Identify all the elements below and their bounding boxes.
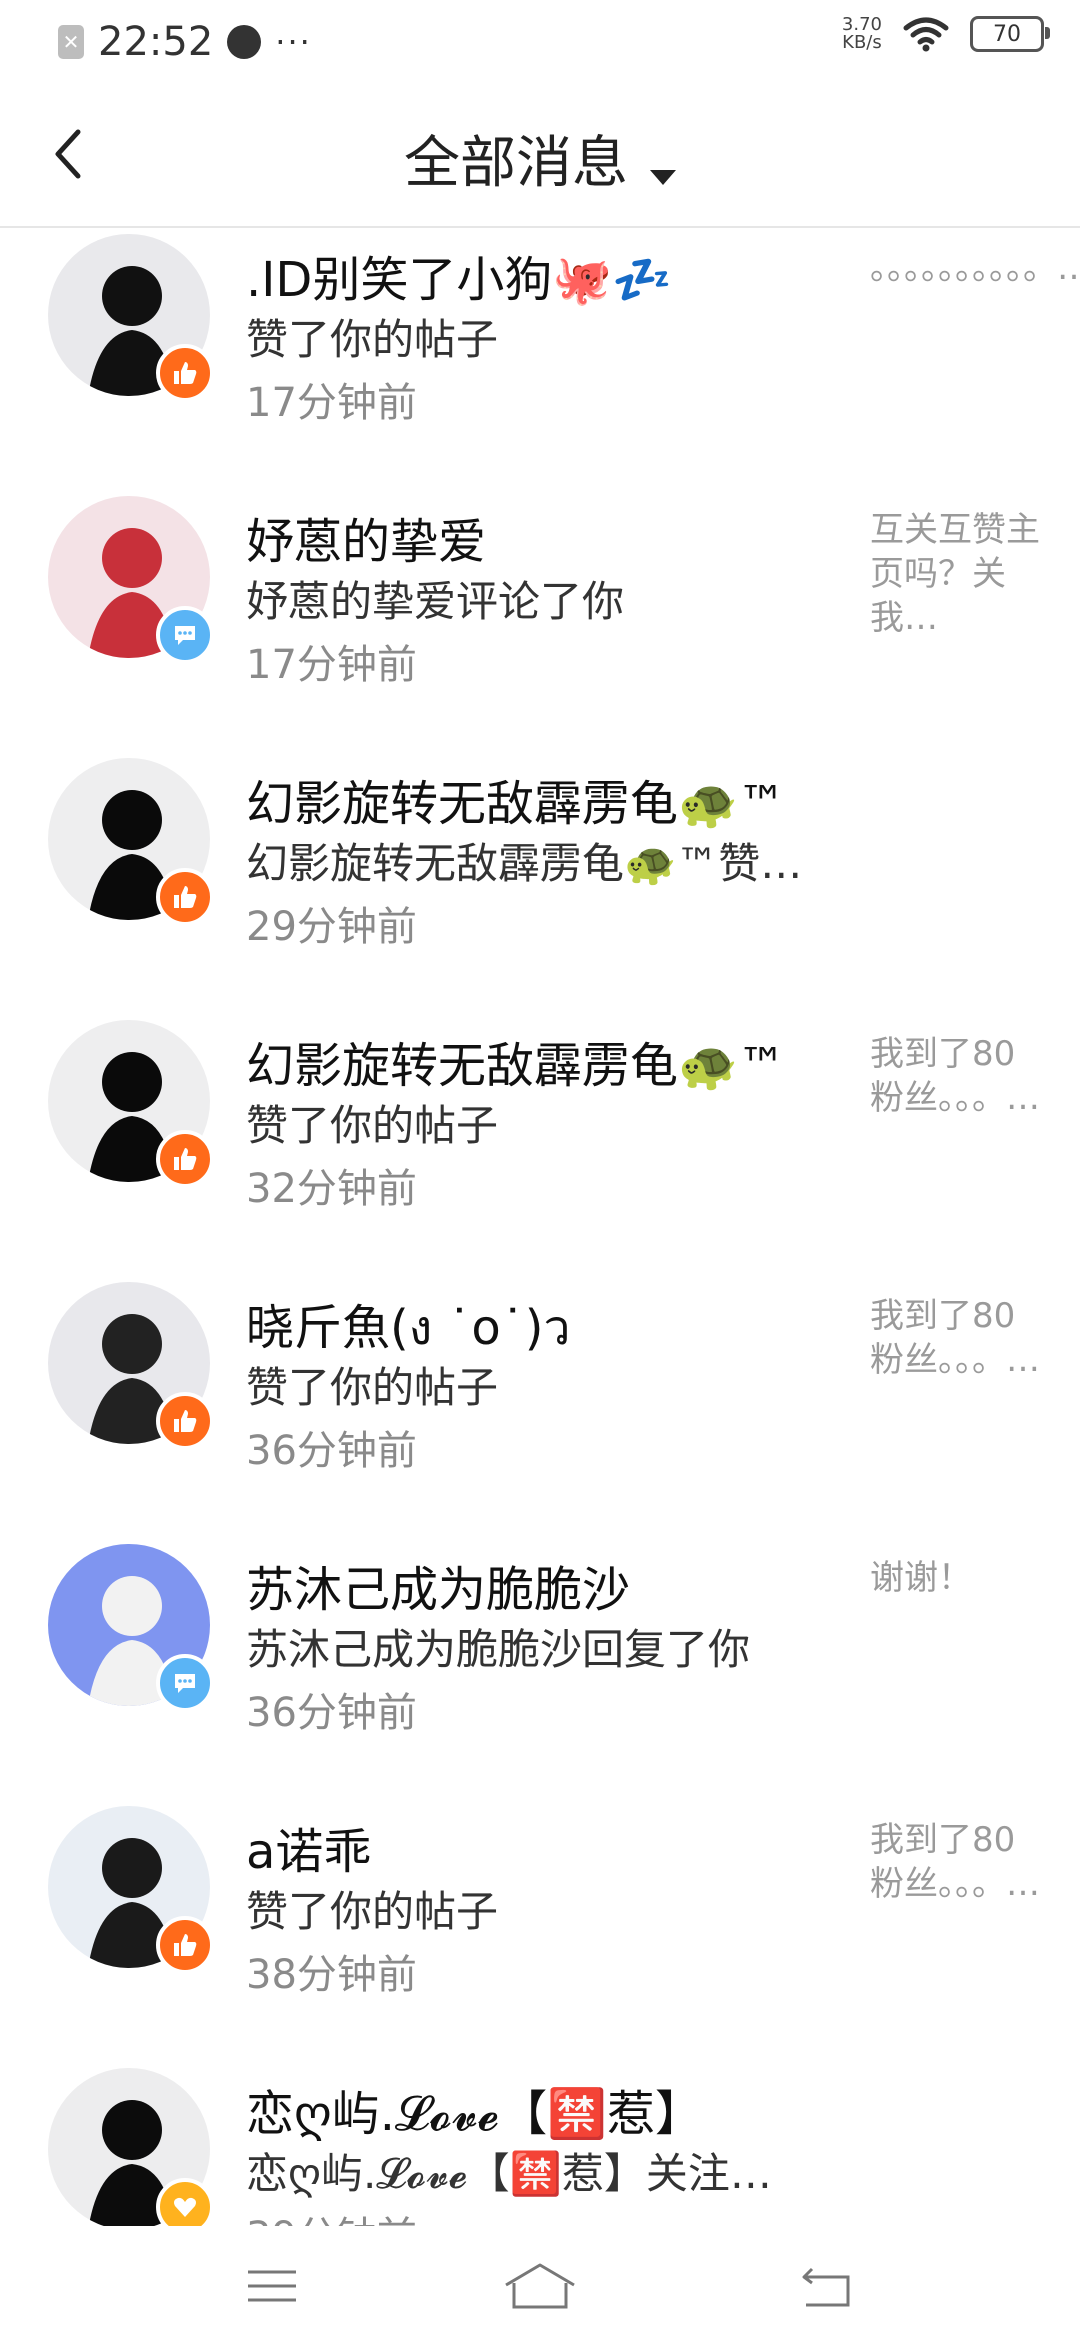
chat-icon <box>175 626 195 645</box>
message-time: 39分钟前 <box>246 2204 417 2226</box>
message-item[interactable]: 妤蒽的挚爱妤蒽的挚爱评论了你 17分钟前 互关互赞主页吗？关我… <box>0 456 1080 718</box>
caret-down-icon <box>650 170 676 185</box>
message-item[interactable]: .ID别笑了小狗🐙💤 赞了你的帖子 17分钟前 。。。。。。。。。。… <box>0 226 1080 456</box>
follow-badge <box>156 2178 214 2226</box>
menu-button[interactable] <box>232 2256 312 2316</box>
sender-name[interactable]: 恋ღ屿.𝓛𝓸𝓿𝓮【🈲惹】 <box>246 2074 703 2144</box>
message-action-text: 赞了你的帖子 <box>246 1887 499 1936</box>
message-preview: 谢谢！ <box>870 1558 972 1598</box>
network-speed-unit: KB/s <box>842 32 882 53</box>
message-list[interactable]: .ID别笑了小狗🐙💤 赞了你的帖子 17分钟前。。。。。。。。。。… 妤蒽的挚爱 妤蒽的… <box>0 226 1080 2226</box>
like-badge <box>156 1130 214 1188</box>
system-navbar <box>0 2230 1080 2340</box>
thumb-up-icon <box>174 362 197 384</box>
wifi-icon <box>903 17 949 52</box>
sender-name[interactable]: a诺乖 <box>246 1812 371 1882</box>
message-action-text: 妤蒽的挚爱评论了你 <box>246 577 625 626</box>
comment-badge <box>156 1654 214 1712</box>
message-time: 36分钟前 <box>246 1690 417 1736</box>
message-action-text: 赞了你的帖子 <box>246 315 499 364</box>
notification-x-icon: ✕ <box>58 25 84 59</box>
sender-name[interactable]: 幻影旋转无敌霹雳龟🐢™ <box>246 764 786 834</box>
like-badge <box>156 1916 214 1974</box>
message-item[interactable]: 幻影旋转无敌霹雳龟🐢™ 幻影旋转无敌霹雳龟🐢™赞… 29分钟前 <box>0 718 1080 980</box>
message-time: 32分钟前 <box>246 1166 417 1212</box>
message-preview: 。。。。。。。。。。… <box>870 248 1080 288</box>
message-action-text: 幻影旋转无敌霹雳龟🐢™赞… <box>246 839 803 888</box>
status-more-dots: ··· <box>275 23 312 61</box>
message-time: 29分钟前 <box>246 904 417 950</box>
title-dropdown[interactable]: 全部消息 <box>0 118 1080 199</box>
return-button[interactable] <box>786 2256 866 2316</box>
message-preview: 我到了80粉丝。。。… <box>870 1296 1040 1380</box>
like-badge <box>156 1392 214 1450</box>
thumb-up-icon <box>174 1410 197 1432</box>
home-icon <box>505 2263 575 2309</box>
thumb-up-icon <box>174 886 197 908</box>
like-badge <box>156 344 214 402</box>
message-action-text: 赞了你的帖子 <box>246 1363 499 1412</box>
like-badge <box>156 868 214 926</box>
message-time: 17分钟前 <box>246 642 417 688</box>
top-app-bar: 全部消息 <box>0 84 1080 228</box>
message-item[interactable]: 恋ღ屿.𝓛𝓸𝓿𝓮【🈲惹】恋ღ屿.𝓛𝓸𝓿𝓮【🈲惹】关注… 39分钟前 <box>0 2028 1080 2226</box>
status-bar: ✕ 22:52 ··· 3.70 KB/s 70 <box>0 0 1080 84</box>
sender-name[interactable]: 妤蒽的挚爱 <box>246 502 486 572</box>
message-item[interactable]: 幻影旋转无敌霹雳龟🐢™ 赞了你的帖子 32分钟前 我到了80粉丝。。。… <box>0 980 1080 1242</box>
sender-name[interactable]: .ID别笑了小狗🐙💤 <box>246 240 672 310</box>
status-time: 22:52 <box>98 19 214 65</box>
message-action-text: 赞了你的帖子 <box>246 1101 499 1150</box>
message-preview: 我到了80粉丝。。。… <box>870 1034 1040 1118</box>
message-time: 17分钟前 <box>246 380 417 426</box>
menu-icon <box>248 2270 296 2302</box>
page-title: 全部消息 <box>404 131 628 196</box>
message-preview: 互关互赞主页吗？关我… <box>870 510 1040 638</box>
network-speed: 3.70 KB/s <box>842 16 882 52</box>
thumb-up-icon <box>174 1148 197 1170</box>
message-item[interactable]: a诺乖赞了你的帖子 38分钟前 我到了80粉丝。。。… <box>0 1766 1080 2028</box>
message-item[interactable]: 晓斤魚(ง ˙o˙)ว 赞了你的帖子 36分钟前 我到了80粉丝。。。… <box>0 1242 1080 1504</box>
message-item[interactable]: 苏沐己成为脆脆沙苏沐己成为脆脆沙回复了你 36分钟前 谢谢！ <box>0 1504 1080 1766</box>
gauge-icon <box>227 25 262 59</box>
battery-indicator: 70 <box>970 16 1050 52</box>
message-action-text: 恋ღ屿.𝓛𝓸𝓿𝓮【🈲惹】关注… <box>246 2149 772 2198</box>
battery-level: 70 <box>993 21 1021 47</box>
heart-icon <box>174 2197 196 2217</box>
comment-badge <box>156 606 214 664</box>
message-time: 36分钟前 <box>246 1428 417 1474</box>
return-icon <box>802 2267 850 2307</box>
message-time: 38分钟前 <box>246 1952 417 1998</box>
chat-icon <box>175 1674 195 1693</box>
sender-name[interactable]: 幻影旋转无敌霹雳龟🐢™ <box>246 1026 786 1096</box>
sender-name[interactable]: 苏沐己成为脆脆沙 <box>246 1550 630 1620</box>
home-button[interactable] <box>500 2256 580 2316</box>
message-action-text: 苏沐己成为脆脆沙回复了你 <box>246 1625 751 1674</box>
thumb-up-icon <box>174 1934 197 1956</box>
message-preview: 我到了80粉丝。。。… <box>870 1820 1040 1904</box>
